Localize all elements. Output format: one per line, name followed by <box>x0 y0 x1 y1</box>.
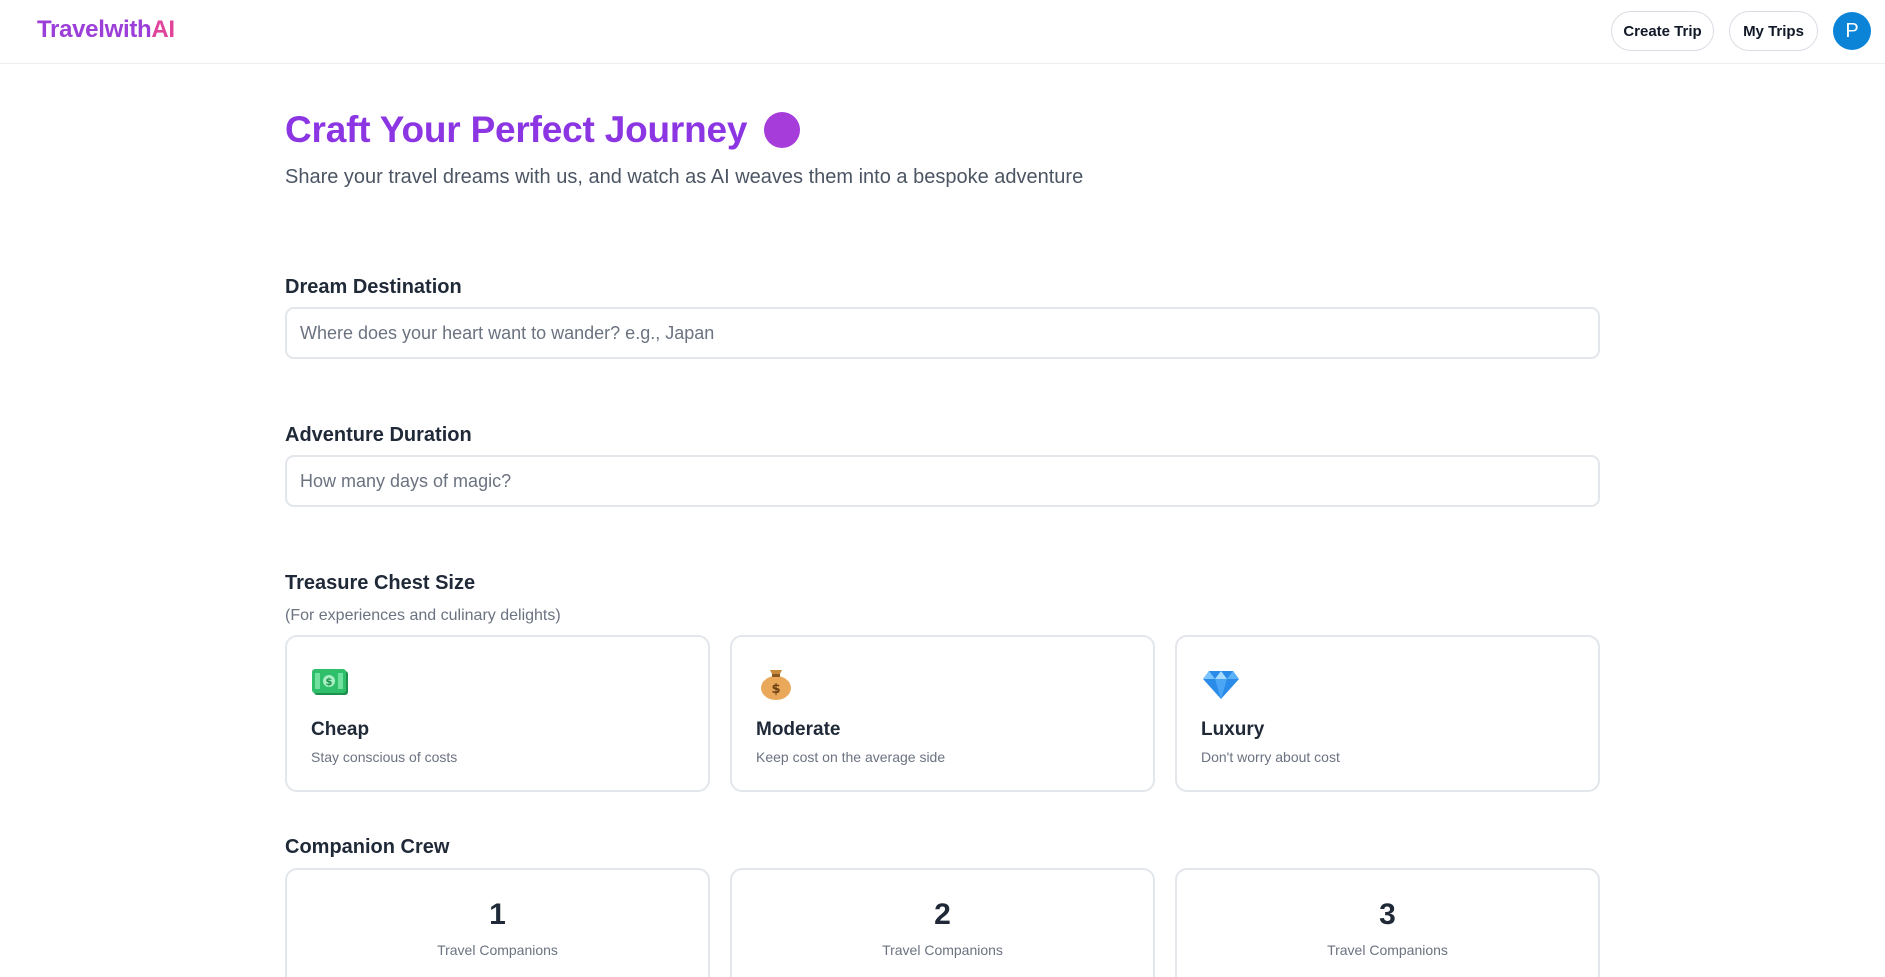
money-bag-icon: $ <box>761 670 791 700</box>
top-nav-bar: TravelwithAI Create Trip My Trips P <box>0 0 1885 64</box>
budget-option-luxury[interactable]: Luxury Don't worry about cost <box>1175 635 1600 792</box>
duration-input[interactable] <box>285 455 1600 507</box>
companions-label: Companion Crew <box>285 836 450 858</box>
logo-accent-text: AI <box>151 16 175 43</box>
budget-option-title: Moderate <box>756 719 841 740</box>
companion-text: Travel Companions <box>882 942 1003 958</box>
purple-circle-icon <box>764 112 801 148</box>
budget-option-cheap[interactable]: $ Cheap Stay conscious of costs <box>285 635 710 792</box>
user-avatar[interactable]: P <box>1833 12 1871 50</box>
my-trips-button[interactable]: My Trips <box>1729 11 1818 51</box>
budget-option-moderate[interactable]: $ Moderate Keep cost on the average side <box>730 635 1155 792</box>
budget-option-title: Luxury <box>1201 719 1265 740</box>
gem-icon <box>1203 671 1239 699</box>
hero-title-row: Craft Your Perfect Journey <box>285 109 801 151</box>
companion-text: Travel Companions <box>1327 942 1448 958</box>
budget-option-desc: Keep cost on the average side <box>756 749 946 765</box>
destination-label: Dream Destination <box>285 276 462 298</box>
companion-text: Travel Companions <box>437 942 558 958</box>
companion-count: 3 <box>1379 898 1396 931</box>
svg-text:$: $ <box>771 682 780 697</box>
budget-label: Treasure Chest Size <box>285 572 476 594</box>
page-title: Craft Your Perfect Journey <box>285 109 748 150</box>
svg-text:$: $ <box>326 677 333 688</box>
duration-label: Adventure Duration <box>285 424 472 446</box>
companion-option-1[interactable]: 1 Travel Companions <box>285 868 710 977</box>
budget-option-title: Cheap <box>311 719 370 740</box>
money-bills-icon: $ <box>312 669 348 695</box>
companion-option-2[interactable]: 2 Travel Companions <box>730 868 1155 977</box>
budget-hint: (For experiences and culinary delights) <box>285 607 561 624</box>
destination-input[interactable] <box>285 307 1600 359</box>
companion-count: 1 <box>489 898 506 931</box>
companion-option-3[interactable]: 3 Travel Companions <box>1175 868 1600 977</box>
page-subtitle: Share your travel dreams with us, and wa… <box>285 166 1084 188</box>
create-trip-button[interactable]: Create Trip <box>1611 11 1714 51</box>
budget-option-desc: Don't worry about cost <box>1201 749 1340 765</box>
budget-option-desc: Stay conscious of costs <box>311 749 458 765</box>
logo-text: Travelwith <box>37 16 152 43</box>
companion-count: 2 <box>934 898 951 931</box>
app-logo[interactable]: TravelwithAI <box>37 16 175 44</box>
